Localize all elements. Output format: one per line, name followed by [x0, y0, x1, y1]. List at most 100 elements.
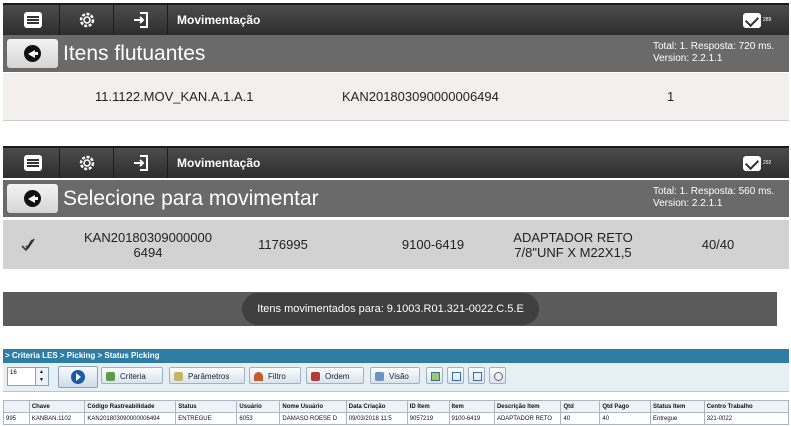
- login-button[interactable]: [115, 148, 168, 178]
- login-button[interactable]: [115, 5, 168, 35]
- back-button[interactable]: [7, 39, 58, 68]
- toolbar: 16 Criteria Parâmetros Filtro Ordem Visã…: [3, 363, 789, 392]
- page-size-stepper[interactable]: 16: [7, 367, 49, 386]
- quantity-value: 40/40: [701, 237, 735, 252]
- menu-button[interactable]: [7, 148, 60, 178]
- list-item[interactable]: 11.1122.MOV_KAN.A.1.A.1 KAN2018030900000…: [3, 73, 789, 121]
- criteria-button[interactable]: Criteria: [101, 367, 163, 384]
- menu-icon: [24, 155, 42, 171]
- description-value: ADAPTADOR RETO 7/8"UNF X M22X1,5: [513, 229, 633, 260]
- export-icon: [431, 372, 440, 381]
- tools-button[interactable]: [489, 367, 506, 384]
- response-time: Total: 1. Resposta: 720 ms.: [653, 41, 775, 52]
- criteria-icon: [106, 372, 115, 381]
- table-cell: 09/03/2018 11:5: [345, 412, 408, 425]
- checkmark-icon[interactable]: [17, 220, 41, 269]
- column-header[interactable]: Qtd: [560, 400, 601, 413]
- kanban-value: KAN20180309000000 6494: [84, 229, 212, 260]
- app-bar-1: Movimentação 289: [3, 3, 789, 35]
- table-cell: 40: [560, 412, 601, 425]
- table-row[interactable]: 995 KANBAN.1102 KAN201803090000006494 ENTRE…: [3, 412, 790, 425]
- column-header[interactable]: Qtd Pago: [599, 400, 652, 413]
- column-header[interactable]: Data Criação: [345, 400, 408, 413]
- parametros-button[interactable]: Parâmetros: [169, 367, 245, 384]
- toast-message: Itens movimentados para: 9.1003.R01.321-…: [242, 293, 539, 325]
- table-cell: 6053: [236, 412, 281, 425]
- sort-icon: [311, 372, 320, 381]
- response-info: Total: 1. Resposta: 560 ms. Version: 2.2…: [653, 186, 774, 210]
- back-arrow-icon: [24, 45, 41, 62]
- play-icon: [71, 370, 85, 384]
- gear-icon: [79, 12, 95, 28]
- table-cell: Entregue: [650, 412, 705, 425]
- location-value: 11.1122.MOV_KAN.A.1.A.1: [95, 89, 254, 104]
- page-title: Selecione para movimentar: [63, 187, 319, 210]
- ordem-button[interactable]: Ordem: [306, 367, 364, 384]
- settings-button[interactable]: [61, 5, 114, 35]
- item-value: 9100-6419: [401, 237, 465, 252]
- refresh-button[interactable]: [468, 367, 485, 384]
- column-header[interactable]: Status Item: [650, 400, 705, 413]
- column-header[interactable]: Status: [175, 400, 238, 413]
- version-label: Version: 2.2.1.1: [653, 198, 723, 209]
- column-header[interactable]: Chave: [28, 400, 86, 413]
- go-button[interactable]: [58, 366, 98, 388]
- save-icon: [452, 372, 461, 381]
- gear-icon: [79, 155, 95, 171]
- kanban-value: KAN201803090000006494: [342, 89, 499, 104]
- parameters-icon: [174, 372, 183, 381]
- sign-in-icon: [134, 155, 148, 171]
- column-header[interactable]: Descrição Item: [493, 400, 562, 413]
- refresh-icon: [473, 372, 482, 381]
- envelope-icon: [743, 155, 761, 171]
- column-header[interactable]: [3, 400, 30, 413]
- breadcrumb: > Criteria LES > Picking > Status Pickin…: [3, 349, 789, 363]
- back-button[interactable]: [7, 184, 58, 213]
- filter-icon: [254, 372, 263, 381]
- table-cell: KAN201803090000006494: [84, 412, 177, 425]
- export-button[interactable]: [426, 367, 443, 384]
- list-item[interactable]: KAN20180309000000 6494 1176995 9100-6419…: [3, 220, 789, 269]
- response-info: Total: 1. Resposta: 720 ms. Version: 2.2…: [653, 41, 774, 65]
- notifications-button[interactable]: 292: [743, 151, 779, 175]
- settings-button[interactable]: [61, 148, 114, 178]
- menu-icon: [24, 12, 42, 28]
- column-header[interactable]: Item: [448, 400, 495, 413]
- column-header[interactable]: Código Rastreabilidade: [84, 400, 177, 413]
- header-bar-2: Selecione para movimentar Total: 1. Resp…: [3, 180, 789, 217]
- table-cell: KANBAN.1102: [28, 412, 86, 425]
- app-bar-2: Movimentação 292: [3, 146, 789, 178]
- app-title: Movimentação: [177, 13, 261, 27]
- column-header[interactable]: Usuário: [236, 400, 281, 413]
- table-cell: 9057219: [406, 412, 450, 425]
- toast-bar: Itens movimentados para: 9.1003.R01.321-…: [3, 292, 777, 326]
- column-header[interactable]: Nome Usuário: [279, 400, 347, 413]
- response-time: Total: 1. Resposta: 560 ms.: [653, 186, 775, 197]
- page-title: Itens flutuantes: [63, 42, 206, 65]
- table-cell: 9100-6419: [448, 412, 495, 425]
- table-cell: 995: [3, 412, 30, 425]
- table-cell: ENTREGUE: [175, 412, 238, 425]
- view-icon: [375, 372, 384, 381]
- column-header[interactable]: ID Item: [406, 400, 450, 413]
- sign-in-icon: [134, 12, 148, 28]
- les-panel: > Criteria LES > Picking > Status Pickin…: [3, 349, 790, 426]
- table-header-row: Chave Código Rastreabilidade Status Usuário…: [3, 400, 790, 413]
- status-table: Chave Código Rastreabilidade Status Usuário…: [3, 400, 790, 425]
- table-cell: 40: [599, 412, 652, 425]
- code-value: 1176995: [258, 237, 308, 252]
- filtro-button[interactable]: Filtro: [249, 367, 301, 384]
- back-arrow-icon: [24, 190, 41, 207]
- menu-button[interactable]: [7, 5, 60, 35]
- notification-count: 289: [763, 17, 772, 23]
- notifications-button[interactable]: 289: [743, 8, 779, 32]
- notification-count: 292: [763, 160, 772, 166]
- envelope-icon: [743, 12, 761, 28]
- column-header[interactable]: Centro Trabalho: [703, 400, 790, 413]
- table-cell: DAMASO ROESE D: [279, 412, 347, 425]
- visao-button[interactable]: Visão: [370, 367, 420, 384]
- quantity-value: 1: [667, 89, 675, 104]
- app-title: Movimentação: [177, 156, 261, 170]
- version-label: Version: 2.2.1.1: [653, 53, 723, 64]
- save-button[interactable]: [447, 367, 464, 384]
